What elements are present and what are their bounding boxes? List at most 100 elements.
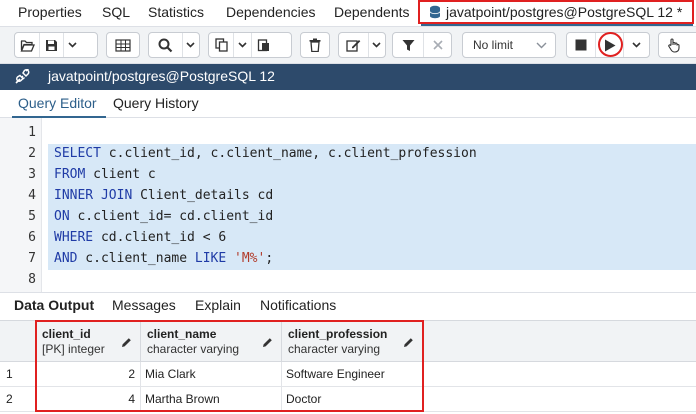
code-text: SELECT c.client_id, c.client_name, c.cli… [54, 144, 477, 165]
connection-title[interactable]: javatpoint/postgres@PostgreSQL 12 [48, 68, 275, 84]
code-text: FROM client c [54, 165, 156, 186]
table-row[interactable]: 1 2 Mia Clark Software Engineer [0, 362, 696, 387]
file-group [14, 32, 98, 58]
column-type: character varying [147, 342, 240, 356]
edit-sql-group [338, 32, 386, 58]
cell-client-name[interactable]: Mia Clark [141, 362, 282, 386]
code-line: 5 ON c.client_id= cd.client_id [0, 207, 696, 228]
folder-open-icon [20, 39, 35, 52]
close-icon [432, 40, 443, 50]
tab-notifications[interactable]: Notifications [260, 297, 336, 313]
sql-text: client c [85, 167, 156, 182]
sql-keyword: WHERE [54, 230, 94, 245]
code-text: WHERE cd.client_id < 6 [54, 228, 226, 249]
filter-icon [402, 39, 414, 51]
search-icon [158, 38, 173, 52]
column-header-client-name[interactable]: client_name character varying [141, 321, 282, 363]
copy-icon [214, 38, 228, 52]
tab-data-output[interactable]: Data Output [14, 297, 94, 313]
save-file-button[interactable] [39, 33, 63, 57]
find-dropdown-button[interactable] [181, 33, 199, 57]
sql-text: c.client_id, c.client_name, c.client_pro… [100, 146, 477, 161]
tab-explain[interactable]: Explain [195, 297, 241, 313]
column-name: client_profession [288, 327, 388, 341]
pencil-icon[interactable] [121, 335, 132, 351]
row-number-header [0, 321, 36, 363]
line-number: 1 [28, 125, 36, 140]
chevron-down-icon [372, 42, 381, 48]
line-number: 4 [28, 188, 36, 203]
cell-client-id[interactable]: 4 [36, 387, 141, 411]
query-tab-label: javatpoint/postgres@PostgreSQL 12 * [446, 4, 683, 20]
clipboard-group [208, 32, 292, 58]
tab-statistics[interactable]: Statistics [148, 0, 204, 26]
top-tab-bar: Properties SQL Statistics Dependencies D… [0, 0, 696, 27]
tab-query-tool[interactable]: javatpoint/postgres@PostgreSQL 12 * [421, 0, 693, 26]
copy-button[interactable] [209, 33, 233, 57]
row-limit-select[interactable]: No limit [462, 32, 556, 58]
find-button[interactable] [149, 33, 182, 57]
filter-button[interactable] [393, 33, 423, 57]
sql-keyword: INNER JOIN [54, 188, 133, 203]
row-number: 1 [0, 362, 36, 386]
delete-button[interactable] [301, 33, 329, 57]
save-results-button[interactable] [107, 33, 139, 57]
save-dropdown-button[interactable] [63, 33, 81, 57]
stop-icon [575, 39, 587, 51]
pencil-icon[interactable] [403, 335, 414, 351]
code-line: 1 [0, 123, 696, 144]
clear-filter-button[interactable] [423, 33, 451, 57]
edit-group [106, 32, 140, 58]
pencil-icon[interactable] [262, 335, 273, 351]
tab-properties[interactable]: Properties [18, 0, 82, 26]
code-line: 3 FROM client c [0, 165, 696, 186]
plug-icon [14, 66, 32, 88]
delete-group [300, 32, 330, 58]
cancel-query-button[interactable] [567, 33, 595, 57]
sql-string: 'M%' [234, 251, 266, 266]
edit-button[interactable] [339, 33, 368, 57]
code-text: ON c.client_id= cd.client_id [54, 207, 273, 228]
cell-client-name[interactable]: Martha Brown [141, 387, 282, 411]
row-limit-value: No limit [473, 38, 514, 52]
open-file-button[interactable] [15, 33, 39, 57]
save-icon [46, 39, 57, 51]
table-row[interactable]: 2 4 Martha Brown Doctor [0, 387, 696, 412]
grid-header: client_id [PK] integer client_name chara… [0, 320, 696, 363]
sql-text: ; [265, 251, 274, 266]
chevron-down-icon [186, 42, 195, 48]
help-group [658, 32, 696, 58]
code-line: 8 [0, 270, 696, 291]
column-header-client-id[interactable]: client_id [PK] integer [36, 321, 141, 363]
sql-keyword: ON [54, 209, 70, 224]
code-line: 6 WHERE cd.client_id < 6 [0, 228, 696, 249]
help-button[interactable] [659, 33, 687, 57]
filter-group [392, 32, 452, 58]
execute-dropdown-button[interactable] [623, 33, 649, 57]
cell-client-profession[interactable]: Doctor [282, 387, 423, 411]
tab-dependents[interactable]: Dependents [334, 0, 410, 26]
column-header-client-profession[interactable]: client_profession character varying [282, 321, 423, 363]
paste-button[interactable] [251, 33, 275, 57]
tab-query-history[interactable]: Query History [113, 95, 199, 111]
line-number: 5 [28, 209, 36, 224]
sql-keyword: AND [54, 251, 78, 266]
sql-editor[interactable]: 1 2 SELECT c.client_id, c.client_name, c… [0, 118, 696, 292]
connection-bar: javatpoint/postgres@PostgreSQL 12 [0, 64, 696, 90]
chevron-down-icon [68, 42, 77, 48]
row-number: 2 [0, 387, 36, 411]
tab-sql[interactable]: SQL [102, 0, 130, 26]
line-number: 8 [28, 272, 36, 287]
paste-icon [257, 39, 269, 52]
line-number: 2 [28, 146, 36, 161]
copy-dropdown-button[interactable] [233, 33, 251, 57]
tab-dependencies[interactable]: Dependencies [226, 0, 316, 26]
sql-text: Client_details cd [132, 188, 274, 203]
sql-text: c.client_name [77, 251, 195, 266]
cell-client-profession[interactable]: Software Engineer [282, 362, 423, 386]
execute-button[interactable] [595, 33, 623, 57]
cell-client-id[interactable]: 2 [36, 362, 141, 386]
edit-dropdown-button[interactable] [367, 33, 385, 57]
tab-messages[interactable]: Messages [112, 297, 176, 313]
tab-query-editor[interactable]: Query Editor [18, 95, 97, 111]
